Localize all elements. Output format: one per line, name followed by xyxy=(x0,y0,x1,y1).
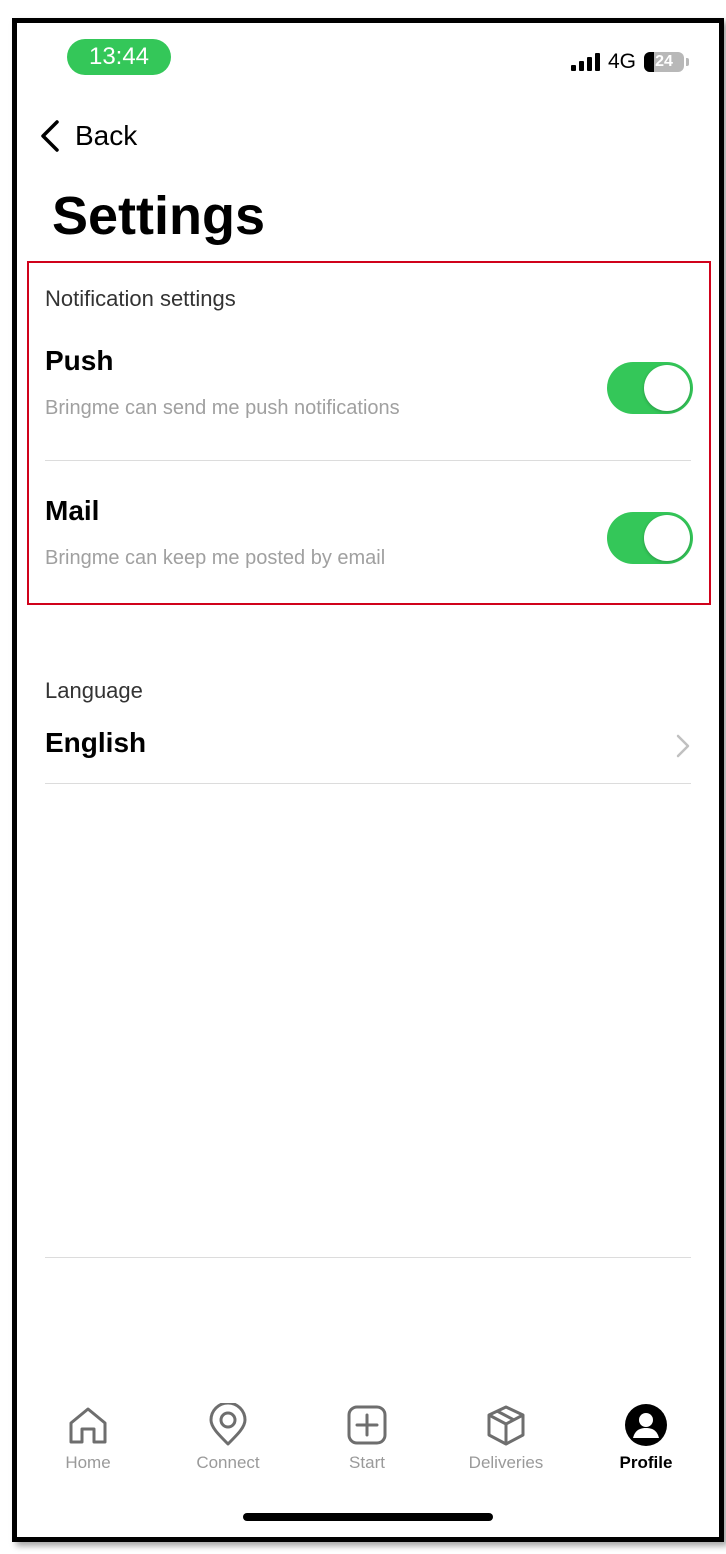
tab-start-label: Start xyxy=(349,1453,385,1472)
language-label: Language xyxy=(45,678,143,703)
notification-settings-label: Notification settings xyxy=(45,286,236,311)
tab-home[interactable]: Home xyxy=(23,1403,153,1483)
mail-title: Mail xyxy=(45,495,100,526)
network-type: 4G xyxy=(607,50,636,73)
location-pin-icon xyxy=(209,1403,247,1446)
tab-connect[interactable]: Connect xyxy=(163,1403,293,1483)
tab-start[interactable]: Start xyxy=(302,1403,432,1483)
page-title: Settings xyxy=(52,186,266,246)
tab-profile-label: Profile xyxy=(619,1453,673,1472)
language-value: English xyxy=(45,727,147,758)
push-toggle-knob xyxy=(644,365,690,411)
tab-profile[interactable]: Profile xyxy=(581,1403,711,1483)
profile-icon xyxy=(625,1404,667,1446)
back-button[interactable]: Back xyxy=(39,119,137,153)
tab-connect-label: Connect xyxy=(196,1453,260,1472)
battery-icon: 24 xyxy=(644,52,689,72)
tab-deliveries-label: Deliveries xyxy=(468,1453,544,1472)
divider xyxy=(45,783,691,784)
home-icon xyxy=(69,1407,107,1444)
signal-icon xyxy=(570,53,600,71)
tabbar-divider xyxy=(45,1257,691,1258)
box-icon xyxy=(487,1405,525,1446)
tab-deliveries[interactable]: Deliveries xyxy=(441,1403,571,1483)
home-indicator[interactable] xyxy=(243,1513,493,1521)
status-indicators: 4G 24 xyxy=(570,47,689,77)
status-time: 13:44 xyxy=(67,39,171,75)
chevron-right-icon xyxy=(676,734,690,758)
plus-square-icon xyxy=(347,1405,387,1445)
push-title: Push xyxy=(45,345,114,376)
phone-screen: 13:44 4G 24 Back Settings Notification s… xyxy=(12,18,724,1542)
mail-toggle[interactable] xyxy=(607,512,693,564)
battery-level: 24 xyxy=(655,53,673,70)
back-label: Back xyxy=(75,120,138,151)
divider xyxy=(45,460,691,461)
tab-home-label: Home xyxy=(65,1453,111,1472)
tab-bar: Home Connect Start Deliveries Profile xyxy=(17,1403,719,1483)
push-toggle[interactable] xyxy=(607,362,693,414)
language-row[interactable]: English xyxy=(45,723,691,769)
mail-subtitle: Bringme can keep me posted by email xyxy=(45,547,386,569)
chevron-left-icon xyxy=(41,120,59,152)
mail-toggle-knob xyxy=(644,515,690,561)
push-subtitle: Bringme can send me push notifications xyxy=(45,397,400,419)
